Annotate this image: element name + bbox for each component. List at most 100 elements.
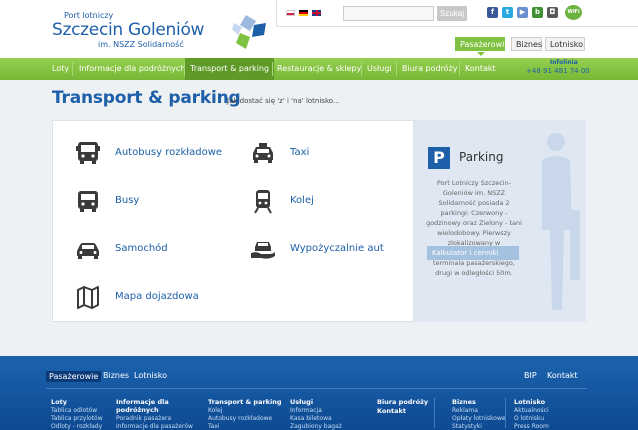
flag-de-icon[interactable] — [299, 10, 308, 16]
infoline-label: Infolinia — [550, 59, 578, 66]
facebook-icon[interactable]: f — [487, 7, 498, 18]
footer-col-item[interactable]: Statystyki — [452, 423, 482, 430]
footer-col-item[interactable]: Informacje dla pasażerów — [116, 423, 193, 430]
footer-tab-passengers[interactable]: Pasażerowie — [46, 371, 102, 382]
footer-col-title[interactable]: Usługi — [290, 398, 313, 406]
taxi-icon — [253, 143, 273, 163]
youtube-icon[interactable]: ▶ — [517, 7, 528, 18]
nav-separator — [396, 62, 397, 76]
nav-item-travel-info[interactable]: Informacje dla podróżnych — [79, 58, 185, 80]
footer-col-item[interactable]: Aktualności — [514, 407, 549, 414]
parking-panel: P Parking Port Lotniczy Szczecin-Golenió… — [414, 120, 534, 322]
main-nav: Loty Informacje dla podróżnych Transport… — [0, 58, 638, 80]
audience-business-tab[interactable]: Biznes — [511, 37, 542, 51]
nav-item-restaurants[interactable]: Restauracje & sklepy — [277, 58, 361, 80]
logo-mark-icon — [232, 15, 266, 49]
nav-item-services[interactable]: Usługi — [367, 58, 392, 80]
option-label: Mapa dojazdowa — [115, 291, 199, 302]
page-title: Transport & parking — [52, 88, 241, 108]
nav-item-travel-agencies[interactable]: Biura podróży — [402, 58, 458, 80]
footer-col-item[interactable]: Odloty - rozkłady — [51, 423, 102, 430]
nav-separator — [72, 62, 73, 76]
nav-item-contact[interactable]: Kontakt — [465, 58, 496, 80]
car-rental-icon — [251, 242, 275, 259]
option-label: Wypożyczalnie aut — [290, 243, 384, 254]
footer-col-item[interactable]: Kolej — [208, 407, 222, 414]
footer-col-title[interactable]: Kontakt — [377, 407, 406, 415]
nav-separator — [361, 62, 362, 76]
flag-en-icon[interactable] — [312, 10, 321, 16]
train-icon — [254, 190, 272, 214]
nav-separator — [459, 62, 460, 76]
parking-title: Parking — [459, 150, 504, 164]
page-subtitle: Jak dostać się 'z' i 'na' lotnisko... — [227, 97, 340, 105]
option-label: Busy — [115, 195, 140, 206]
option-train[interactable]: Kolej — [249, 187, 359, 215]
footer-col-item[interactable]: Zagubiony bagaż — [290, 423, 342, 430]
bus-icon — [76, 142, 100, 164]
footer-col-item[interactable]: O lotnisku — [514, 415, 544, 422]
wifi-icon[interactable]: WiFi — [565, 5, 582, 20]
footer-tab-airport[interactable]: Lotnisko — [134, 371, 167, 380]
footer-col-item[interactable]: Opłaty lotniskowe — [452, 415, 506, 422]
logo-line-1: Port lotniczy — [64, 11, 114, 20]
footer-col-item[interactable]: Poradnik pasażera — [116, 415, 171, 422]
parking-calculator-button[interactable]: Kalkulator i cenniki — [427, 246, 519, 260]
infoline-phone: +48 91 481 74 00 — [526, 67, 590, 75]
traveler-silhouette-icon — [542, 133, 580, 310]
option-label: Autobusy rozkładowe — [115, 147, 223, 158]
option-map[interactable]: Mapa dojazdowa — [74, 283, 224, 311]
nav-item-flights[interactable]: Loty — [52, 58, 69, 80]
footer-col-title[interactable]: Biznes — [452, 398, 476, 406]
footer-col-title[interactable]: Biura podróży — [377, 398, 428, 406]
parking-badge-icon: P — [428, 147, 450, 169]
site-footer: Pasażerowie Biznes Lotnisko BIP Kontakt … — [0, 356, 638, 430]
logo-line-2: Szczecin Goleniów — [52, 20, 205, 40]
top-utility-bar: Szukaj f t ▶ b ◘ WiFi — [276, 0, 638, 27]
option-car-rental[interactable]: Wypożyczalnie aut — [249, 235, 389, 263]
footer-link-contact[interactable]: Kontakt — [547, 371, 578, 380]
minibus-icon — [78, 191, 98, 212]
footer-col-title[interactable]: Informacje dla podróżnych — [116, 398, 186, 414]
footer-separator — [505, 398, 506, 428]
site-header: Port lotniczy Szczecin Goleniów im. NSZZ… — [0, 0, 638, 58]
option-label: Samochód — [115, 243, 168, 254]
footer-tab-business[interactable]: Biznes — [103, 371, 129, 380]
footer-link-bip[interactable]: BIP — [524, 371, 537, 380]
option-label: Taxi — [290, 147, 310, 158]
blogger-icon[interactable]: b — [532, 7, 543, 18]
parking-illustration — [534, 120, 586, 322]
car-icon — [77, 243, 99, 259]
transport-options-panel: Autobusy rozkładowe Taxi Busy Kolej Samo… — [52, 120, 414, 322]
footer-col-item[interactable]: Informacja — [290, 407, 322, 414]
logo-line-3: im. NSZZ Solidarność — [98, 40, 184, 49]
option-minibus[interactable]: Busy — [74, 187, 224, 215]
search-input[interactable] — [343, 6, 434, 21]
twitter-icon[interactable]: t — [502, 7, 513, 18]
option-label: Kolej — [290, 195, 314, 206]
parking-description: Port Lotniczy Szczecin-Goleniów im. NSZZ… — [426, 179, 522, 277]
footer-col-item[interactable]: Tablica odlotów — [51, 407, 97, 414]
footer-separator — [434, 398, 435, 428]
audience-airport-tab[interactable]: Lotnisko — [545, 37, 585, 51]
search-button[interactable]: Szukaj — [437, 6, 467, 21]
map-icon — [77, 286, 99, 309]
footer-divider — [46, 388, 587, 389]
footer-col-item[interactable]: Autobusy rozkładowe — [208, 415, 272, 422]
footer-col-item[interactable]: Press Room — [514, 423, 549, 430]
footer-col-title[interactable]: Lotnisko — [514, 398, 545, 406]
flag-pl-icon[interactable] — [286, 10, 295, 16]
option-taxi[interactable]: Taxi — [249, 139, 359, 167]
footer-col-item[interactable]: Taxi — [208, 423, 220, 430]
footer-col-item[interactable]: Reklama — [452, 407, 478, 414]
footer-col-item[interactable]: Tablica przylotów — [51, 415, 103, 422]
instagram-icon[interactable]: ◘ — [547, 7, 558, 18]
audience-passengers-tab[interactable]: Pasażerowie — [455, 37, 509, 56]
nav-item-transport[interactable]: Transport & parking — [185, 58, 275, 80]
nav-separator — [272, 62, 273, 76]
footer-col-title[interactable]: Transport & parking — [208, 398, 282, 406]
option-bus[interactable]: Autobusy rozkładowe — [74, 139, 224, 167]
footer-col-title[interactable]: Loty — [51, 398, 67, 406]
option-car[interactable]: Samochód — [74, 235, 224, 263]
footer-col-item[interactable]: Kasa biletowa — [290, 415, 332, 422]
